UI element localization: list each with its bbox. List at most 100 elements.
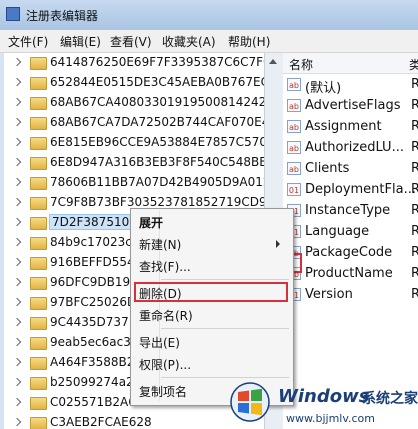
menu-help[interactable]: 帮助(H) bbox=[228, 33, 270, 50]
expand-arrow-icon[interactable] bbox=[12, 237, 22, 247]
expand-arrow-icon[interactable] bbox=[12, 377, 22, 387]
scroll-up-arrow-icon[interactable] bbox=[269, 59, 277, 64]
tree-item[interactable]: 6E815EB96CCE9A53884E7857C5700 bbox=[4, 133, 264, 153]
expand-arrow-icon[interactable] bbox=[12, 337, 22, 347]
tree-item-label: 916BEFFD5545 bbox=[50, 255, 143, 269]
menu-item-find[interactable]: 查找(F)... bbox=[139, 258, 191, 275]
menu-item-rename[interactable]: 重命名(R) bbox=[139, 307, 193, 324]
value-name: AuthorizedLU... bbox=[305, 140, 404, 155]
value-name: ProductName bbox=[305, 266, 393, 281]
expand-arrow-icon[interactable] bbox=[12, 57, 22, 67]
binary-value-icon: 01 bbox=[287, 183, 301, 196]
folder-icon bbox=[30, 57, 47, 70]
tree-item[interactable]: C3AEB2FCAE628 bbox=[4, 413, 264, 429]
tree-item[interactable]: 6414876250E69F7F3395387C6C7F05E bbox=[4, 53, 264, 73]
value-name: AdvertiseFlags bbox=[305, 98, 401, 113]
menu-item-expand[interactable]: 展开 bbox=[139, 214, 163, 231]
folder-icon bbox=[30, 77, 47, 90]
column-type-header[interactable]: 类 bbox=[409, 56, 418, 73]
windows-logo-icon bbox=[230, 382, 270, 422]
value-type: R bbox=[411, 119, 418, 134]
expand-arrow-icon[interactable] bbox=[12, 117, 22, 127]
column-name-header[interactable]: 名称 bbox=[289, 56, 313, 73]
value-row[interactable]: ab Assignment R bbox=[283, 117, 418, 137]
folder-icon bbox=[30, 217, 47, 230]
string-value-icon: ab bbox=[287, 99, 301, 112]
expand-arrow-icon[interactable] bbox=[12, 97, 22, 107]
value-type: R bbox=[411, 203, 418, 218]
value-type: R bbox=[411, 266, 418, 281]
value-row[interactable]: abPackageCodeR bbox=[283, 243, 418, 263]
value-row[interactable]: ab Clients R bbox=[283, 159, 418, 179]
value-row[interactable]: ab AuthorizedLU... R bbox=[283, 138, 418, 158]
value-name: (默认) bbox=[305, 81, 342, 96]
folder-icon bbox=[30, 337, 47, 350]
value-row[interactable]: 01 Version R bbox=[283, 285, 418, 305]
tree-item-label: 78606B11BB7A07D42B4905D9A012E bbox=[50, 175, 264, 189]
folder-icon bbox=[30, 377, 47, 390]
string-value-icon: ab bbox=[287, 78, 301, 91]
folder-icon bbox=[30, 277, 47, 290]
value-type: R bbox=[411, 287, 418, 302]
tree-item[interactable]: 78606B11BB7A07D42B4905D9A012E bbox=[4, 173, 264, 193]
menu-separator bbox=[161, 328, 289, 329]
menu-edit[interactable]: 编辑(E) bbox=[60, 33, 101, 50]
expand-arrow-icon[interactable] bbox=[12, 137, 22, 147]
expand-arrow-icon[interactable] bbox=[12, 157, 22, 167]
expand-arrow-icon[interactable] bbox=[12, 417, 22, 427]
menu-separator bbox=[161, 279, 289, 280]
value-row[interactable]: ab (默认) R bbox=[283, 75, 418, 96]
tree-item[interactable]: 652844E0515DE3C45AEBA0B767EC5 bbox=[4, 73, 264, 93]
value-name: Language bbox=[305, 224, 370, 239]
menu-item-permissions[interactable]: 权限(P)... bbox=[139, 356, 191, 373]
watermark-site-name: 系统之家 bbox=[362, 391, 418, 407]
expand-arrow-icon[interactable] bbox=[12, 357, 22, 367]
value-type: R bbox=[411, 140, 418, 155]
folder-icon bbox=[30, 257, 47, 270]
expand-arrow-icon[interactable] bbox=[12, 217, 22, 227]
folder-icon bbox=[30, 157, 47, 170]
tree-item[interactable]: 68AB67CA7DA72502B744CAF070E41 bbox=[4, 113, 264, 133]
folder-icon bbox=[30, 117, 47, 130]
expand-arrow-icon[interactable] bbox=[12, 177, 22, 187]
menu-item-copy-key-name[interactable]: 复制项名 bbox=[139, 383, 187, 400]
menu-item-new[interactable]: 新建(N) bbox=[139, 236, 181, 253]
tree-item[interactable]: 6E8D947A316B3EB3F8F540C548BE2A bbox=[4, 153, 264, 173]
expand-arrow-icon[interactable] bbox=[12, 317, 22, 327]
value-row[interactable]: 01 DeploymentFla... R bbox=[283, 180, 418, 200]
tree-item[interactable]: 68AB67CA408033019195008142429 bbox=[4, 93, 264, 113]
values-column-header: 名称 类 bbox=[283, 53, 418, 74]
expand-arrow-icon[interactable] bbox=[12, 257, 22, 267]
expand-arrow-icon[interactable] bbox=[12, 77, 22, 87]
menu-view[interactable]: 查看(V) bbox=[110, 33, 152, 50]
folder-icon bbox=[30, 317, 47, 330]
menu-file[interactable]: 文件(F) bbox=[8, 33, 48, 50]
menu-item-delete[interactable]: 删除(D) bbox=[139, 285, 182, 302]
value-name: DeploymentFla... bbox=[305, 182, 416, 197]
watermark-brand: Windows bbox=[278, 386, 370, 407]
value-row[interactable]: 01 InstanceType R bbox=[283, 201, 418, 221]
value-type: R bbox=[411, 224, 418, 239]
regedit-app-icon bbox=[6, 7, 20, 21]
folder-icon bbox=[30, 417, 47, 429]
value-row[interactable]: 01 Language R bbox=[283, 222, 418, 242]
window-title: 注册表编辑器 bbox=[26, 9, 99, 23]
menu-favorites[interactable]: 收藏夹(A) bbox=[162, 33, 216, 50]
expand-arrow-icon[interactable] bbox=[12, 197, 22, 207]
expand-arrow-icon[interactable] bbox=[12, 277, 22, 287]
value-name: PackageCode bbox=[305, 245, 393, 260]
tree-item-label: 6E8D947A316B3EB3F8F540C548BE2A bbox=[50, 155, 264, 169]
watermark-url: www.bjjmlv.com bbox=[286, 412, 375, 425]
value-row[interactable]: abProductNameR bbox=[283, 264, 418, 284]
folder-icon bbox=[30, 197, 47, 210]
expand-arrow-icon[interactable] bbox=[12, 397, 22, 407]
value-type: R bbox=[411, 98, 418, 113]
folder-icon bbox=[30, 137, 47, 150]
value-type: R bbox=[411, 182, 418, 197]
value-type: R bbox=[411, 161, 418, 176]
value-name: InstanceType bbox=[305, 203, 391, 218]
values-pane[interactable]: 名称 类 ab (默认) R ab AdvertiseFlags R ab Assignm… bbox=[283, 53, 418, 429]
menu-item-export[interactable]: 导出(E) bbox=[139, 334, 180, 351]
value-row[interactable]: ab AdvertiseFlags R bbox=[283, 96, 418, 116]
expand-arrow-icon[interactable] bbox=[12, 297, 22, 307]
